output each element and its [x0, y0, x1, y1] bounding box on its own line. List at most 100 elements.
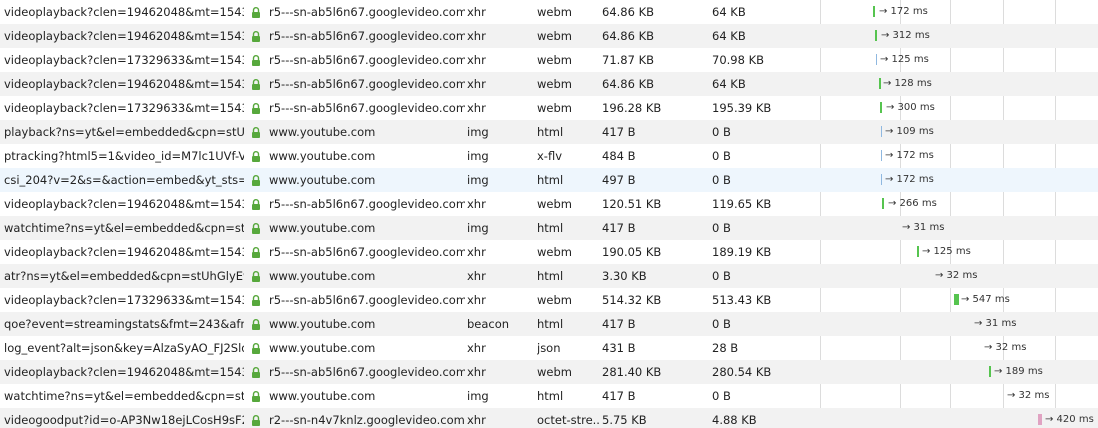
- request-timeline: → 172 ms: [818, 0, 1098, 24]
- request-type: webm: [537, 29, 572, 43]
- request-type: json: [537, 341, 561, 355]
- request-domain: r5---sn-ab5l6n67.googlevideo.com: [269, 365, 465, 379]
- request-size: 0 B: [712, 269, 731, 283]
- request-transferred: 190.05 KB: [602, 245, 662, 259]
- request-row[interactable]: videoplayback?clen=19462048&mt=154370...…: [0, 360, 1098, 384]
- request-timeline: → 31 ms: [818, 216, 1098, 240]
- request-filename: ptracking?html5=1&video_id=M7lc1UVf-VE..…: [4, 149, 244, 163]
- request-cause: beacon: [467, 317, 510, 331]
- request-filename: videoplayback?clen=19462048&mt=154370...: [4, 29, 244, 43]
- lock-icon: [251, 72, 263, 96]
- request-size: 0 B: [712, 221, 731, 235]
- request-timeline: → 172 ms: [818, 168, 1098, 192]
- timing-label: → 31 ms: [974, 318, 1017, 329]
- request-cause: xhr: [467, 341, 486, 355]
- timing-bar: [954, 294, 959, 305]
- request-filename: videoplayback?clen=17329633&mt=154370...: [4, 53, 244, 67]
- request-row[interactable]: playback?ns=yt&el=embedded&cpn=stUh... ww…: [0, 120, 1098, 144]
- request-size: 0 B: [712, 149, 731, 163]
- lock-icon: [251, 264, 263, 288]
- lock-icon: [251, 168, 263, 192]
- request-domain: r2---sn-n4v7knlz.googlevideo.com: [269, 413, 465, 427]
- request-row[interactable]: videoplayback?clen=17329633&mt=154370...…: [0, 96, 1098, 120]
- request-domain: www.youtube.com: [269, 389, 376, 403]
- request-domain: r5---sn-ab5l6n67.googlevideo.com: [269, 293, 465, 307]
- request-type: webm: [537, 245, 572, 259]
- request-cause: img: [467, 149, 489, 163]
- request-transferred: 64.86 KB: [602, 5, 655, 19]
- request-type: html: [537, 269, 564, 283]
- request-domain: www.youtube.com: [269, 221, 376, 235]
- request-size: 28 B: [712, 341, 739, 355]
- request-size: 513.43 KB: [712, 293, 772, 307]
- request-row[interactable]: videoplayback?clen=19462048&mt=154370...…: [0, 240, 1098, 264]
- request-domain: www.youtube.com: [269, 341, 376, 355]
- request-row[interactable]: videoplayback?clen=19462048&mt=154370...…: [0, 0, 1098, 24]
- request-row[interactable]: videoplayback?clen=19462048&mt=154370...…: [0, 24, 1098, 48]
- timing-bar: [881, 150, 882, 161]
- request-filename: videoplayback?clen=17329633&mt=154370...: [4, 101, 244, 115]
- request-cause: img: [467, 125, 489, 139]
- request-transferred: 71.87 KB: [602, 53, 655, 67]
- request-domain: r5---sn-ab5l6n67.googlevideo.com: [269, 53, 465, 67]
- lock-icon: [251, 312, 263, 336]
- request-transferred: 431 B: [602, 341, 636, 355]
- request-transferred: 417 B: [602, 125, 636, 139]
- lock-icon: [251, 24, 263, 48]
- request-size: 0 B: [712, 317, 731, 331]
- request-cause: xhr: [467, 293, 486, 307]
- request-size: 119.65 KB: [712, 197, 772, 211]
- request-row[interactable]: csi_204?v=2&s=&action=embed&yt_sts=d... w…: [0, 168, 1098, 192]
- request-cause: img: [467, 221, 489, 235]
- lock-icon: [251, 192, 263, 216]
- request-type: x-flv: [537, 149, 563, 163]
- request-row[interactable]: videoplayback?clen=17329633&mt=154370...…: [0, 48, 1098, 72]
- request-transferred: 120.51 KB: [602, 197, 662, 211]
- network-request-list: videoplayback?clen=19462048&mt=154370...…: [0, 0, 1098, 428]
- request-transferred: 417 B: [602, 221, 636, 235]
- timing-label: → 300 ms: [886, 102, 935, 113]
- request-row[interactable]: atr?ns=yt&el=embedded&cpn=stUhGlyEw... ww…: [0, 264, 1098, 288]
- request-transferred: 417 B: [602, 317, 636, 331]
- lock-icon: [251, 240, 263, 264]
- request-row[interactable]: videoplayback?clen=19462048&mt=154370...…: [0, 72, 1098, 96]
- request-row[interactable]: watchtime?ns=yt&el=embedded&cpn=stU... ww…: [0, 216, 1098, 240]
- request-type: webm: [537, 293, 572, 307]
- request-row[interactable]: watchtime?ns=yt&el=embedded&cpn=stU... ww…: [0, 384, 1098, 408]
- lock-icon: [251, 216, 263, 240]
- timing-label: → 32 ms: [984, 342, 1027, 353]
- request-row[interactable]: qoe?event=streamingstats&fmt=243&afmt...…: [0, 312, 1098, 336]
- request-row[interactable]: ptracking?html5=1&video_id=M7lc1UVf-VE..…: [0, 144, 1098, 168]
- timing-label: → 172 ms: [885, 150, 934, 161]
- request-row[interactable]: log_event?alt=json&key=AlzaSyAO_FJ2SlqU.…: [0, 336, 1098, 360]
- request-domain: www.youtube.com: [269, 173, 376, 187]
- request-size: 195.39 KB: [712, 101, 772, 115]
- timing-label: → 266 ms: [888, 198, 937, 209]
- lock-icon: [251, 408, 263, 428]
- request-row[interactable]: videogoodput?id=o-AP3Nw18ejLCosH9sF2... r…: [0, 408, 1098, 428]
- request-domain: r5---sn-ab5l6n67.googlevideo.com: [269, 245, 465, 259]
- request-row[interactable]: videoplayback?clen=17329633&mt=154370...…: [0, 288, 1098, 312]
- timing-bar: [881, 174, 882, 185]
- request-filename: videoplayback?clen=19462048&mt=154370...: [4, 245, 244, 259]
- request-type: webm: [537, 53, 572, 67]
- request-domain: www.youtube.com: [269, 125, 376, 139]
- request-type: html: [537, 125, 564, 139]
- request-transferred: 196.28 KB: [602, 101, 662, 115]
- timing-label: → 312 ms: [881, 30, 930, 41]
- timing-label: → 125 ms: [880, 54, 929, 65]
- request-timeline: → 31 ms: [818, 312, 1098, 336]
- request-filename: videoplayback?clen=17329633&mt=154370...: [4, 293, 244, 307]
- request-domain: www.youtube.com: [269, 149, 376, 163]
- request-timeline: → 312 ms: [818, 24, 1098, 48]
- timing-bar: [875, 30, 877, 41]
- request-cause: xhr: [467, 197, 486, 211]
- request-timeline: → 547 ms: [818, 288, 1098, 312]
- request-cause: xhr: [467, 29, 486, 43]
- timing-bar: [880, 102, 882, 113]
- request-size: 0 B: [712, 125, 731, 139]
- request-timeline: → 420 ms: [818, 408, 1098, 428]
- request-row[interactable]: videoplayback?clen=19462048&mt=154370...…: [0, 192, 1098, 216]
- timing-label: → 420 ms: [1045, 414, 1094, 425]
- request-size: 70.98 KB: [712, 53, 765, 67]
